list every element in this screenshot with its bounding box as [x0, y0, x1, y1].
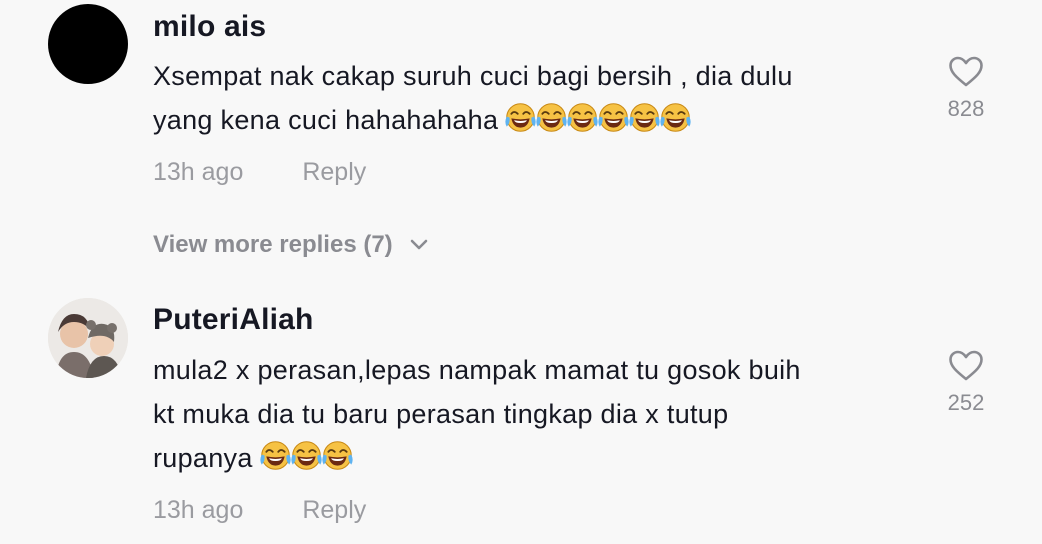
- comment-text-line: mula2 x perasan,lepas nampak mamat tu go…: [153, 355, 801, 385]
- heart-icon[interactable]: [948, 350, 984, 382]
- comment-text-line: kt muka dia tu baru perasan tingkap dia …: [153, 399, 729, 429]
- comment-item: milo ais Xsempat nak cakap suruh cuci ba…: [0, 0, 1042, 290]
- comment-text-line-content: yang kena cuci hahahahaha: [153, 105, 499, 135]
- comment-username[interactable]: milo ais: [153, 10, 266, 44]
- comment-username[interactable]: PuteriAliah: [153, 303, 314, 337]
- tears-of-joy-emoji-icon: [290, 439, 323, 472]
- like-count: 252: [947, 390, 985, 415]
- tears-of-joy-emoji-icon: [504, 101, 537, 134]
- comment-timestamp: 13h ago: [153, 496, 244, 524]
- tears-of-joy-emoji-icon: [259, 439, 292, 472]
- like-count: 828: [947, 96, 985, 121]
- tears-of-joy-emoji-icon: [535, 101, 568, 134]
- comment-text-line: Xsempat nak cakap suruh cuci bagi bersih…: [153, 61, 793, 91]
- comment-text-line: rupanya: [153, 436, 913, 480]
- comment-text-line-content: rupanya: [153, 443, 253, 473]
- like-button[interactable]: 828: [940, 56, 992, 122]
- tears-of-joy-emoji-icon: [628, 101, 661, 134]
- comment-meta: 13h ago Reply: [153, 496, 366, 525]
- tears-of-joy-emoji-icon: [321, 439, 354, 472]
- tears-of-joy-emoji-icon: [566, 101, 599, 134]
- comment-meta: 13h ago Reply: [153, 158, 366, 187]
- heart-icon[interactable]: [948, 56, 984, 88]
- comment-text: mula2 x perasan,lepas nampak mamat tu go…: [153, 348, 913, 480]
- avatar-photo-image: [48, 298, 128, 378]
- avatar[interactable]: [48, 4, 128, 84]
- comment-text-line: yang kena cuci hahahahaha: [153, 98, 913, 142]
- avatar[interactable]: [48, 298, 128, 378]
- tears-of-joy-emoji-icon: [597, 101, 630, 134]
- comment-item: PuteriAliah mula2 x perasan,lepas nampak…: [0, 290, 1042, 544]
- tears-of-joy-emoji-icon: [659, 101, 692, 134]
- chevron-down-icon: [410, 239, 427, 250]
- view-more-replies-label: View more replies (7): [153, 231, 393, 258]
- comment-text: Xsempat nak cakap suruh cuci bagi bersih…: [153, 54, 913, 142]
- reply-button[interactable]: Reply: [302, 496, 366, 524]
- like-button[interactable]: 252: [940, 350, 992, 416]
- comment-timestamp: 13h ago: [153, 158, 244, 186]
- emoji-group: [504, 101, 690, 134]
- reply-button[interactable]: Reply: [302, 158, 366, 186]
- view-more-replies-button[interactable]: View more replies (7): [153, 231, 429, 259]
- emoji-group: [259, 439, 352, 472]
